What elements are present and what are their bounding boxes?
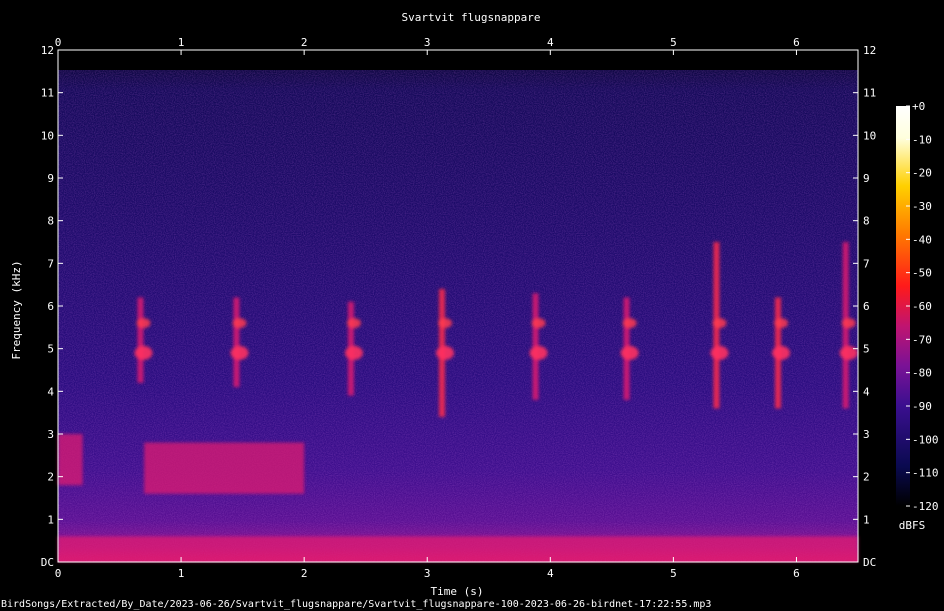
- y-tick-label-left: 10: [41, 129, 54, 142]
- call-upper-harmonic: [438, 318, 452, 329]
- y-tick-label-left: 9: [47, 172, 54, 185]
- call-peak: [710, 345, 729, 360]
- file-path-footer: BirdSongs/Extracted/By_Date/2023-06-26/S…: [1, 599, 711, 610]
- colorbar-tick-label: -90: [912, 400, 932, 413]
- call-upper-harmonic: [531, 318, 546, 329]
- chart-title: Svartvit flugsnappare: [401, 11, 540, 24]
- colorbar-tick-label: -50: [912, 267, 932, 280]
- x-tick-label-top: 2: [301, 36, 308, 49]
- call-upper-harmonic: [712, 318, 727, 329]
- colorbar-tick-label: -30: [912, 200, 932, 213]
- y-tick-label-left: 2: [47, 471, 54, 484]
- y-tick-label-left: 8: [47, 215, 54, 228]
- x-tick-label-bottom: 3: [424, 567, 431, 580]
- y-tick-label-right: 12: [863, 44, 876, 57]
- y-tick-label-right: 3: [863, 428, 870, 441]
- call-upper-harmonic: [622, 318, 637, 329]
- call-peak: [436, 345, 454, 360]
- x-axis-label: Time (s): [431, 585, 484, 598]
- call-peak: [772, 345, 790, 360]
- y-tick-label-left: 11: [41, 87, 54, 100]
- y-tick-label-right: 6: [863, 300, 870, 313]
- colorbar-tick-label: -70: [912, 333, 932, 346]
- call-streak: [137, 297, 144, 383]
- call-upper-harmonic: [346, 318, 361, 329]
- colorbar-tick-label: -40: [912, 233, 932, 246]
- call-upper-harmonic: [232, 318, 247, 329]
- x-tick-label-top: 4: [547, 36, 554, 49]
- y-tick-label-left: 3: [47, 428, 54, 441]
- call-peak: [620, 345, 639, 360]
- x-tick-label-top: 1: [178, 36, 185, 49]
- y-tick-label-left: DC: [41, 556, 54, 569]
- x-tick-label-top: 5: [670, 36, 677, 49]
- x-tick-label-top: 3: [424, 36, 431, 49]
- y-tick-label-left: 7: [47, 257, 54, 270]
- call-peak: [839, 345, 858, 360]
- x-tick-label-bottom: 1: [178, 567, 185, 580]
- y-tick-label-right: 11: [863, 87, 876, 100]
- x-tick-label-bottom: 2: [301, 567, 308, 580]
- call-peak: [134, 345, 153, 360]
- call-peak: [344, 345, 363, 360]
- call-peak: [230, 345, 249, 360]
- call-peak: [529, 345, 548, 360]
- call-upper-harmonic: [774, 318, 788, 329]
- colorbar-tick-label: -20: [912, 167, 932, 180]
- y-tick-label-right: DC: [863, 556, 876, 569]
- colorbar-tick-label: -10: [912, 133, 932, 146]
- x-tick-label-top: 0: [55, 36, 62, 49]
- y-tick-label-left: 1: [47, 513, 54, 526]
- spectrogram-svg: Svartvit flugsnappare 00112233445566 DC D…: [1, 11, 939, 610]
- y-tick-label-right: 9: [863, 172, 870, 185]
- y-tick-label-right: 7: [863, 257, 870, 270]
- y-tick-label-right: 10: [863, 129, 876, 142]
- energy-band: [144, 442, 305, 494]
- colorbar-tick-label: +0: [912, 100, 925, 113]
- x-tick-label-bottom: 0: [55, 567, 62, 580]
- y-tick-label-right: 2: [863, 471, 870, 484]
- spectrogram-figure: Svartvit flugsnappare 00112233445566 DC D…: [0, 0, 944, 611]
- call-streak: [233, 297, 240, 388]
- x-tick-label-bottom: 5: [670, 567, 677, 580]
- colorbar-ticks: +0 -10 -20 -30 -40 -50 -60 -70 -80 -90 -100 -110 -12…: [906, 100, 939, 513]
- y-tick-label-right: 5: [863, 343, 870, 356]
- y-tick-label-right: 1: [863, 513, 870, 526]
- call-upper-harmonic: [136, 318, 151, 329]
- energy-band: [58, 434, 83, 486]
- x-tick-label-top: 6: [793, 36, 800, 49]
- colorbar-tick-label: -110: [912, 467, 939, 480]
- call-upper-harmonic: [841, 318, 856, 329]
- y-tick-label-left: 12: [41, 44, 54, 57]
- energy-band: [58, 536, 858, 562]
- y-tick-label-right: 8: [863, 215, 870, 228]
- y-tick-label-right: 4: [863, 385, 870, 398]
- colorbar-tick-label: -80: [912, 367, 932, 380]
- spectrogram-top-band: [58, 50, 858, 70]
- y-tick-label-left: 6: [47, 300, 54, 313]
- y-tick-label-left: 4: [47, 385, 54, 398]
- y-tick-label-left: 5: [47, 343, 54, 356]
- x-tick-label-bottom: 4: [547, 567, 554, 580]
- colorbar-tick-label: -60: [912, 300, 932, 313]
- colorbar-tick-label: -100: [912, 433, 939, 446]
- colorbar-tick-label: -120: [912, 500, 939, 513]
- colorbar-unit-label: dBFS: [899, 519, 926, 532]
- y-axis-label: Frequency (kHz): [10, 260, 23, 359]
- x-tick-label-bottom: 6: [793, 567, 800, 580]
